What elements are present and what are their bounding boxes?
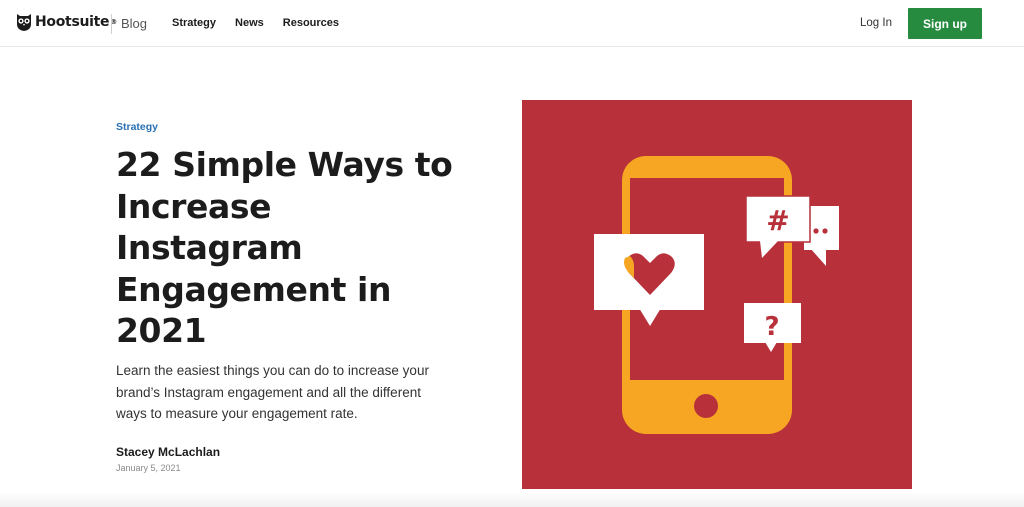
article-subtitle: Learn the easiest things you can do to i… bbox=[116, 363, 429, 421]
question-icon: ? bbox=[764, 312, 779, 342]
main-nav: Strategy News Resources bbox=[172, 17, 358, 29]
owl-icon bbox=[17, 14, 31, 31]
hashtag-glyph: # bbox=[766, 204, 789, 237]
nav-resources[interactable]: Resources bbox=[283, 17, 339, 29]
nav-news[interactable]: News bbox=[235, 17, 264, 29]
header-divider bbox=[111, 14, 112, 34]
login-link[interactable]: Log In bbox=[860, 17, 892, 29]
publish-date: January 5, 2021 bbox=[116, 463, 181, 473]
logo-wordmark: Hootsuite bbox=[35, 14, 110, 30]
blog-section-link[interactable]: Blog bbox=[121, 16, 147, 31]
hero-illustration: # ? bbox=[522, 100, 912, 489]
page-fold-shadow bbox=[0, 492, 1024, 507]
nav-strategy[interactable]: Strategy bbox=[172, 17, 216, 29]
signup-button[interactable]: Sign up bbox=[908, 8, 982, 39]
author-name[interactable]: Stacey McLachlan bbox=[116, 445, 220, 459]
hootsuite-logo[interactable]: Hootsuite ® bbox=[16, 12, 117, 32]
site-header: Hootsuite ® Blog Strategy News Resources … bbox=[0, 0, 1024, 47]
article-title: 22 Simple Ways to Increase Instagram Eng… bbox=[116, 145, 453, 350]
article-category[interactable]: Strategy bbox=[116, 121, 158, 133]
